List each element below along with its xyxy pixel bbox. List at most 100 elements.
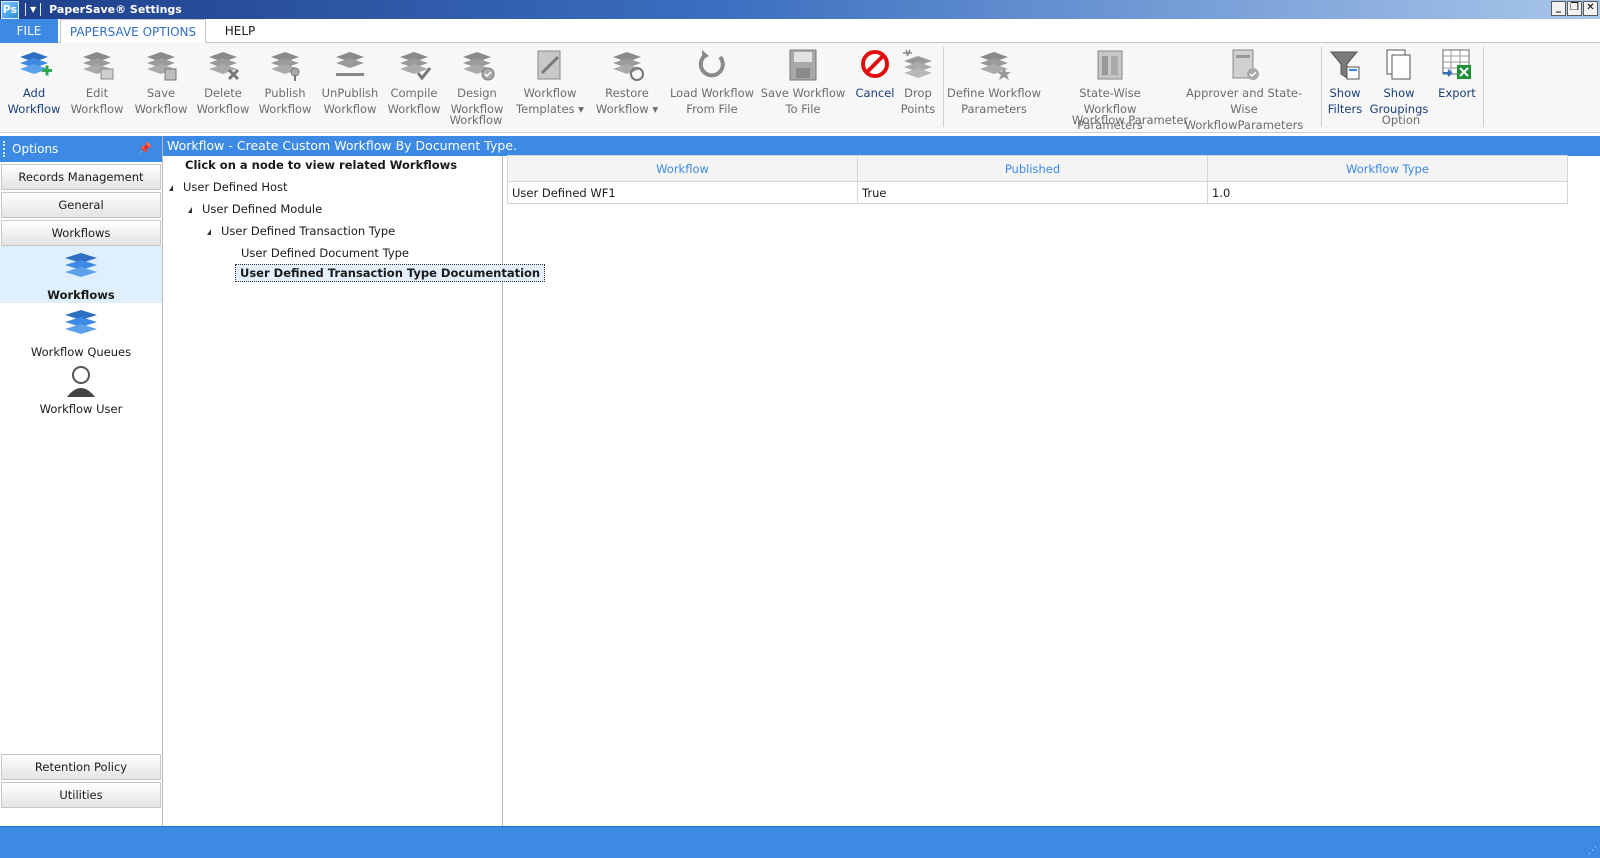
add-workflow-button[interactable]: Add Workflow <box>2 47 66 117</box>
export-excel-icon <box>1442 49 1471 79</box>
design-workflow-button[interactable]: Design Workflow <box>446 47 508 117</box>
save-workflow-icon <box>147 52 177 81</box>
nav-general[interactable]: General <box>1 192 161 218</box>
publish-workflow-label-1: Publish <box>264 86 306 100</box>
design-workflow-icon <box>463 52 495 81</box>
collapse-arrow-icon[interactable] <box>169 185 173 191</box>
nav-retention-policy[interactable]: Retention Policy <box>1 754 161 780</box>
tree-node-module[interactable]: User Defined Module <box>188 202 322 216</box>
design-workflow-label-1: Design <box>457 86 497 100</box>
save-workflow-label-2: Workflow <box>134 102 188 116</box>
restore-workflow-label-2: Workflow ▾ <box>595 102 659 116</box>
save-to-file-icon <box>789 49 817 81</box>
tree-node-transaction-type[interactable]: User Defined Transaction Type <box>207 224 395 238</box>
save-workflow-button[interactable]: Save Workflow <box>130 47 192 117</box>
ribbon-separator <box>1321 47 1322 127</box>
unpublish-workflow-label-1: UnPublish <box>321 86 379 100</box>
compile-workflow-label-2: Workflow <box>387 102 441 116</box>
delete-workflow-label-2: Workflow <box>196 102 250 116</box>
restore-button[interactable]: ❐ <box>1567 1 1582 16</box>
nav-item-workflows[interactable]: Workflows <box>0 246 162 303</box>
state-wise-label-1: State-Wise Workflow <box>1079 86 1141 116</box>
options-bottom-buttons: Retention Policy Utilities <box>0 752 162 808</box>
cell-published[interactable]: True <box>857 181 1208 204</box>
nav-records-management[interactable]: Records Management <box>1 164 161 190</box>
qat-dropdown-icon[interactable]: ▼ <box>30 5 36 14</box>
column-header-workflow-type[interactable]: Workflow Type <box>1207 155 1568 182</box>
cell-workflow-type[interactable]: 1.0 <box>1207 181 1568 204</box>
tab-papersave-options[interactable]: PAPERSAVE OPTIONS <box>60 19 206 44</box>
drop-points-button[interactable]: Drop Points <box>898 47 938 117</box>
column-header-workflow[interactable]: Workflow <box>507 155 858 182</box>
close-button[interactable]: ✕ <box>1583 1 1598 16</box>
column-header-published[interactable]: Published <box>857 155 1208 182</box>
save-workflow-label-1: Save <box>146 86 176 100</box>
save-to-file-button[interactable]: Save Workflow To File <box>760 47 846 117</box>
load-workflow-label-2: From File <box>686 102 738 116</box>
nav-item-workflows-label: Workflows <box>47 288 115 302</box>
tree-node-documentation[interactable]: User Defined Transaction Type Documentat… <box>235 264 546 282</box>
workflow-user-icon <box>67 366 95 397</box>
app-icon[interactable]: Ps <box>1 0 19 19</box>
cancel-label: Cancel <box>855 86 895 100</box>
nav-workflows[interactable]: Workflows <box>1 220 161 246</box>
tree-node-label: User Defined Host <box>183 180 288 194</box>
cell-workflow[interactable]: User Defined WF1 <box>507 181 858 204</box>
define-parameters-icon <box>980 52 1011 80</box>
tree-node-host[interactable]: User Defined Host <box>169 180 288 194</box>
delete-workflow-label-1: Delete <box>204 86 242 100</box>
workflow-queues-icon <box>65 310 97 334</box>
show-filters-button[interactable]: Show Filters <box>1324 47 1366 117</box>
title-bar: Ps ▼ PaperSave® Settings _ ❐ ✕ <box>0 0 1600 19</box>
show-groupings-button[interactable]: Show Groupings <box>1368 47 1430 117</box>
tab-file[interactable]: FILE <box>0 19 58 43</box>
cancel-icon <box>861 50 889 78</box>
window-title: PaperSave® Settings <box>49 3 182 16</box>
drop-points-icon <box>903 49 932 78</box>
edit-workflow-button[interactable]: Edit Workflow <box>66 47 128 117</box>
pin-icon[interactable]: 📌 <box>138 136 152 162</box>
drop-points-label-1: Drop <box>904 86 932 100</box>
workflow-templates-button[interactable]: Workflow Templates ▾ <box>514 47 586 117</box>
define-parameters-button[interactable]: Define Workflow Parameters <box>946 47 1042 117</box>
delete-workflow-button[interactable]: Delete Workflow <box>192 47 254 117</box>
nav-utilities[interactable]: Utilities <box>1 782 161 808</box>
window-controls: _ ❐ ✕ <box>1551 1 1598 16</box>
show-filters-label-1: Show <box>1329 86 1361 100</box>
tree-node-label: User Defined Module <box>202 202 323 216</box>
table-row[interactable]: User Defined WF1 True 1.0 <box>507 181 1568 204</box>
tab-help[interactable]: HELP <box>210 19 270 43</box>
collapse-arrow-icon[interactable] <box>207 229 211 235</box>
publish-workflow-icon <box>271 52 300 81</box>
export-label: Export <box>1438 86 1476 100</box>
load-workflow-icon <box>698 50 725 78</box>
workflow-grid: Workflow Published Workflow Type User De… <box>507 155 1568 204</box>
quick-access-toolbar: ▼ <box>25 3 42 16</box>
collapse-arrow-icon[interactable] <box>188 207 192 213</box>
nav-item-workflow-user-label: Workflow User <box>39 402 123 416</box>
publish-workflow-button[interactable]: Publish Workflow <box>254 47 316 117</box>
workflow-group-label: Workflow <box>449 113 503 127</box>
compile-workflow-button[interactable]: Compile Workflow <box>384 47 444 117</box>
resize-grip-icon[interactable]: ⋰ <box>1588 846 1597 856</box>
tree-node-label: User Defined Transaction Type Documentat… <box>235 264 546 282</box>
define-parameters-label-2: Parameters <box>961 102 1027 116</box>
ribbon-separator <box>943 47 944 127</box>
panel-grip[interactable] <box>3 141 6 157</box>
restore-workflow-button[interactable]: Restore Workflow ▾ <box>592 47 662 117</box>
nav-item-workflow-queues[interactable]: Workflow Queues <box>0 303 162 360</box>
tree-node-document-type[interactable]: User Defined Document Type <box>241 246 409 260</box>
load-workflow-label-1: Load Workflow <box>669 86 755 100</box>
workflows-icon <box>65 253 97 277</box>
tree-node-label: User Defined Transaction Type <box>221 224 396 238</box>
unpublish-workflow-button[interactable]: UnPublish Workflow <box>318 47 382 117</box>
add-workflow-label-1: Add <box>22 86 46 100</box>
cancel-button[interactable]: Cancel <box>850 47 900 101</box>
nav-item-workflow-user[interactable]: Workflow User <box>0 360 162 417</box>
export-button[interactable]: Export <box>1434 47 1480 101</box>
load-workflow-button[interactable]: Load Workflow From File <box>668 47 756 117</box>
publish-workflow-label-2: Workflow <box>258 102 312 116</box>
show-groupings-label-1: Show <box>1383 86 1415 100</box>
minimize-button[interactable]: _ <box>1551 1 1566 16</box>
workflow-templates-icon <box>537 50 561 80</box>
